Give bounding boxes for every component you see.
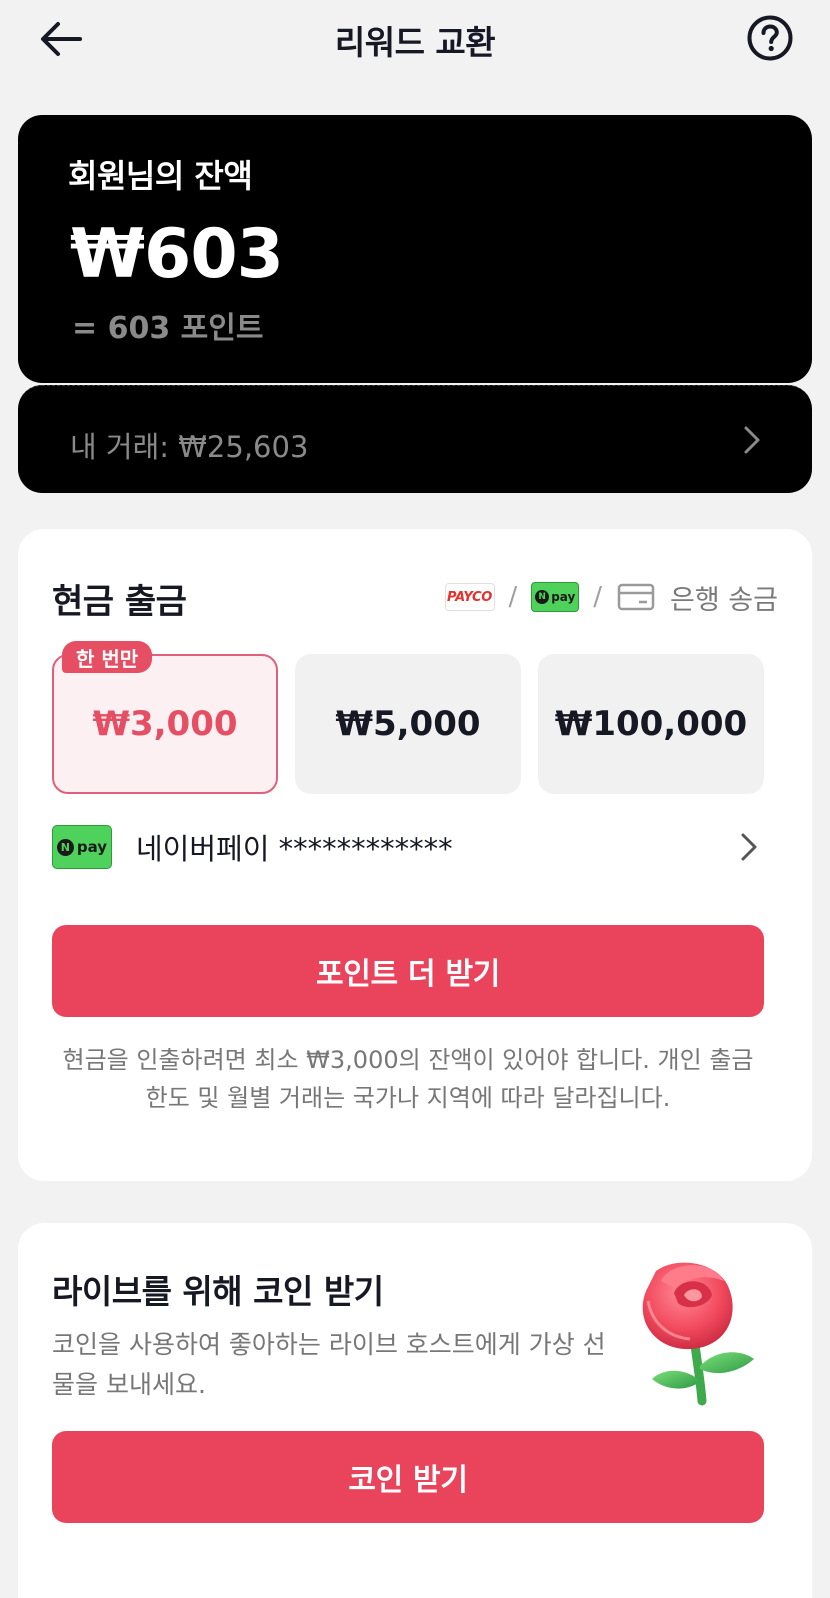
balance-amount: ₩603 bbox=[70, 215, 284, 294]
separator: / bbox=[508, 582, 518, 612]
cash-withdrawal-card: 현금 출금 PAYCO / N pay / 은행 송금 ₩3,000 ₩5,00… bbox=[18, 529, 812, 1181]
get-coins-card: 라이브를 위해 코인 받기 코인을 사용하여 좋아하는 라이브 호스트에게 가상… bbox=[18, 1223, 812, 1598]
account-label: 네이버페이 ************ bbox=[136, 832, 453, 866]
chevron-right-icon bbox=[734, 420, 770, 460]
amount-option-100000[interactable]: ₩100,000 bbox=[538, 654, 764, 794]
amount-option-5000[interactable]: ₩5,000 bbox=[295, 654, 521, 794]
coins-title: 라이브를 위해 코인 받기 bbox=[52, 1272, 384, 1311]
one-time-badge: 한 번만 bbox=[62, 641, 153, 673]
npay-logo: N pay bbox=[52, 825, 112, 869]
bank-transfer-label: 은행 송금 bbox=[670, 584, 778, 616]
npay-logo: N pay bbox=[531, 582, 580, 612]
cash-withdrawal-title: 현금 출금 bbox=[52, 582, 187, 622]
payco-logo: PAYCO bbox=[444, 583, 495, 611]
get-more-points-button[interactable]: 포인트 더 받기 bbox=[52, 925, 764, 1017]
separator: / bbox=[593, 582, 603, 612]
coins-description: 코인을 사용하여 좋아하는 라이브 호스트에게 가상 선물을 보내세요. bbox=[52, 1330, 606, 1399]
payout-account-row[interactable]: N pay 네이버페이 ************ bbox=[52, 819, 764, 875]
rose-gift-icon bbox=[616, 1241, 766, 1406]
balance-points: = 603 포인트 bbox=[72, 311, 264, 346]
chevron-right-icon bbox=[734, 827, 764, 867]
top-bar: 리워드 교환 bbox=[0, 0, 830, 80]
reward-exchange-page: 리워드 교환 회원님의 잔액 ₩603 = 603 포인트 내 거래: ₩25,… bbox=[0, 0, 830, 1598]
help-button[interactable] bbox=[744, 12, 796, 64]
get-coins-button[interactable]: 코인 받기 bbox=[52, 1431, 764, 1523]
balance-card: 회원님의 잔액 ₩603 = 603 포인트 bbox=[18, 115, 812, 383]
transactions-row[interactable]: 내 거래: ₩25,603 bbox=[18, 385, 812, 493]
question-circle-icon bbox=[747, 15, 793, 61]
withdrawal-notice: 현금을 인출하려면 최소 ₩3,000의 잔액이 있어야 합니다. 개인 출금 … bbox=[62, 1046, 754, 1112]
card-icon bbox=[616, 582, 656, 612]
balance-label: 회원님의 잔액 bbox=[68, 157, 253, 195]
page-title: 리워드 교환 bbox=[334, 23, 496, 62]
payout-methods: PAYCO / N pay / 은행 송금 bbox=[444, 579, 778, 616]
amount-option-3000[interactable]: ₩3,000 bbox=[52, 654, 278, 794]
transactions-label: 내 거래: ₩25,603 bbox=[70, 430, 309, 464]
